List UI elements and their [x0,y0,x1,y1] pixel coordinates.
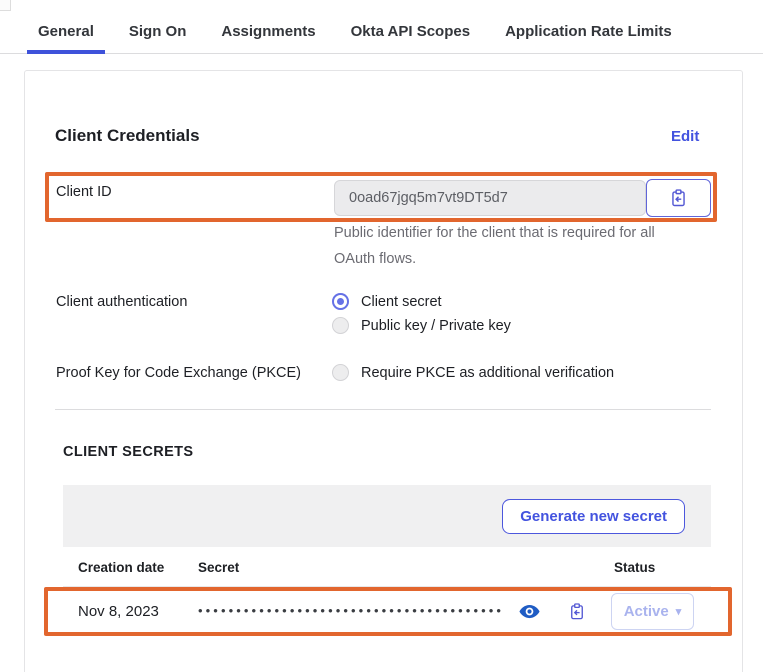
edit-link[interactable]: Edit [671,128,699,145]
checkbox-unchecked-icon[interactable] [332,364,349,381]
column-header-status: Status [614,560,655,575]
auth-option-public-private-key[interactable]: Public key / Private key [332,317,511,334]
client-secrets-heading: CLIENT SECRETS [63,444,193,460]
tab-general[interactable]: General [27,14,105,54]
table-header-row: Creation date Secret Status [63,547,711,587]
app-settings-page: General Sign On Assignments Okta API Sco… [0,0,763,672]
clipboard-copy-icon [568,602,586,621]
copy-client-id-button[interactable] [646,179,711,217]
section-divider [55,409,711,410]
radio-selected-icon[interactable] [332,293,349,310]
column-header-secret: Secret [198,560,239,575]
copy-secret-button[interactable] [566,600,588,622]
tab-application-rate-limits[interactable]: Application Rate Limits [494,14,683,54]
clipboard-copy-icon [669,188,688,208]
secret-creation-date: Nov 8, 2023 [78,603,159,620]
client-credentials-heading: Client Credentials [55,126,200,146]
tab-sign-on[interactable]: Sign On [118,14,198,54]
radio-unselected-icon[interactable] [332,317,349,334]
pkce-option-label: Require PKCE as additional verification [361,365,614,381]
eye-icon [519,604,540,619]
auth-option-client-secret[interactable]: Client secret [332,293,442,310]
scroll-corner-artifact [0,0,11,11]
general-settings-card: Client Credentials Edit Client ID Public… [24,70,743,672]
client-authentication-label: Client authentication [56,294,187,310]
client-id-input[interactable] [334,180,646,216]
status-label: Active [624,603,669,620]
auth-option-label: Client secret [361,294,442,310]
column-header-creation-date: Creation date [78,560,164,575]
tab-okta-api-scopes[interactable]: Okta API Scopes [340,14,482,54]
auth-option-label: Public key / Private key [361,318,511,334]
reveal-secret-button[interactable] [518,601,540,621]
pkce-option[interactable]: Require PKCE as additional verification [332,364,614,381]
tab-assignments[interactable]: Assignments [210,14,326,54]
generate-new-secret-button[interactable]: Generate new secret [502,499,685,534]
chevron-down-icon: ▾ [676,605,682,618]
pkce-label: Proof Key for Code Exchange (PKCE) [56,365,301,381]
tab-bar: General Sign On Assignments Okta API Sco… [27,14,683,54]
secret-status-dropdown[interactable]: Active ▾ [611,593,694,630]
masked-secret-value: •••••••••••••••••••••••••••••••••••••••• [198,603,504,618]
client-secrets-table: Generate new secret Creation date Secret… [63,485,711,636]
table-row: Nov 8, 2023 ••••••••••••••••••••••••••••… [63,587,711,636]
client-id-label: Client ID [56,184,112,200]
client-id-help-text: Public identifier for the client that is… [334,220,678,272]
table-toolbar: Generate new secret [63,485,711,547]
